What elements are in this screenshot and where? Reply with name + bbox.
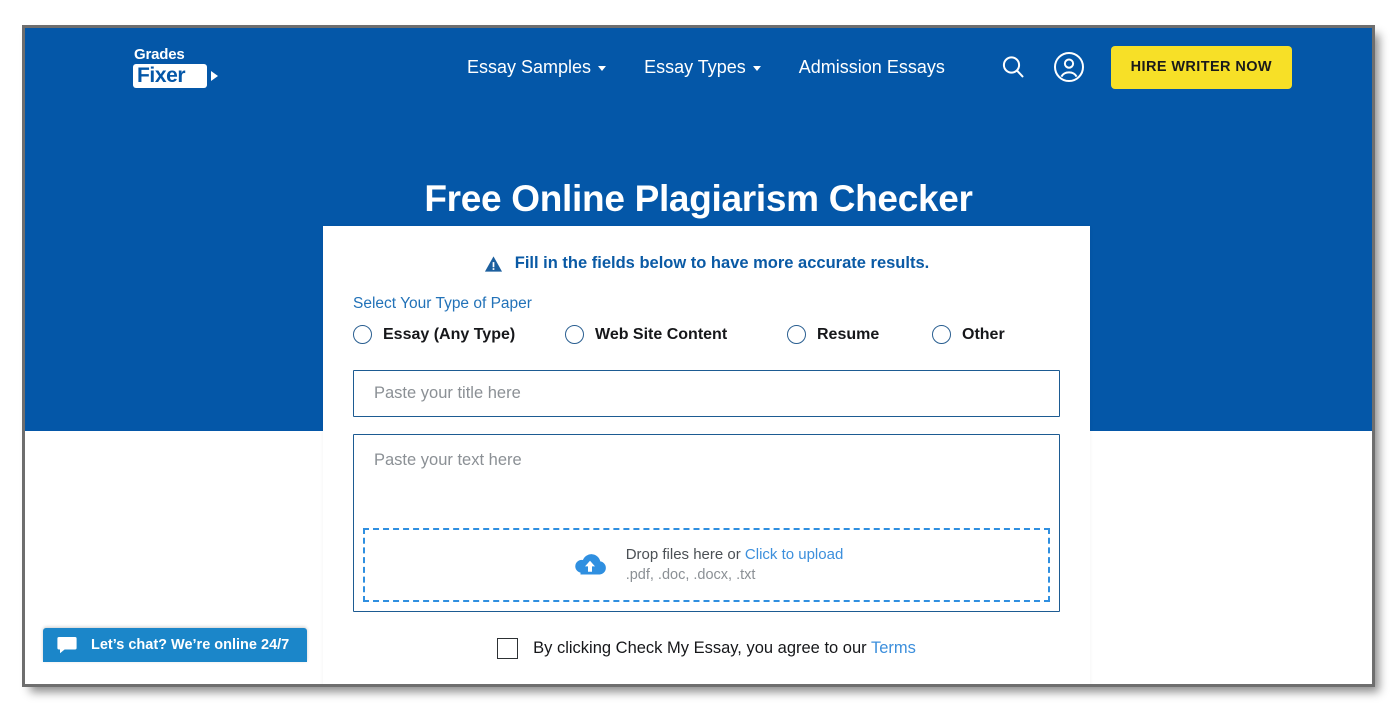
form-notice-text: Fill in the fields below to have more ac… <box>514 254 930 272</box>
nav-label-essay-types: Essay Types <box>644 56 746 77</box>
radio-option-essay-any-type[interactable]: Essay (Any Type) <box>353 325 565 344</box>
search-icon <box>1002 56 1024 78</box>
radio-circle-icon[interactable] <box>787 325 806 344</box>
browser-viewport-frame: Grades Fixer Essay Samples Essay Types A… <box>22 25 1375 687</box>
dropzone-line1: Drop files here or Click to upload <box>626 544 844 566</box>
radio-circle-icon[interactable] <box>565 325 584 344</box>
file-dropzone[interactable]: Drop files here or Click to upload .pdf,… <box>363 528 1050 602</box>
site-header: Grades Fixer Essay Samples Essay Types A… <box>25 28 1372 106</box>
dropzone-prefix: Drop files here or <box>625 545 745 563</box>
screenshot-canvas: Grades Fixer Essay Samples Essay Types A… <box>0 0 1399 712</box>
click-to-upload-link[interactable]: Click to upload <box>745 546 843 563</box>
chat-bubble-icon <box>57 637 77 654</box>
terms-agreement-row: By clicking Check My Essay, you agree to… <box>353 638 1060 659</box>
live-chat-label: Let’s chat? We’re online 24/7 <box>91 637 290 653</box>
user-account-icon <box>1053 52 1084 82</box>
essay-text-placeholder: Paste your text here <box>374 451 522 469</box>
radio-option-web-site-content[interactable]: Web Site Content <box>565 325 787 344</box>
radio-label-web-site-content: Web Site Content <box>595 325 728 343</box>
nav-item-admission-essays[interactable]: Admission Essays <box>799 57 945 78</box>
radio-option-resume[interactable]: Resume <box>787 325 932 344</box>
chevron-down-icon <box>752 66 761 71</box>
plagiarism-checker-card: Fill in the fields below to have more ac… <box>323 226 1090 684</box>
header-actions: HIRE WRITER NOW <box>996 45 1292 89</box>
radio-circle-icon[interactable] <box>353 325 372 344</box>
page-title: Free Online Plagiarism Checker <box>424 177 973 219</box>
logo-text-fixer: Fixer <box>133 63 208 88</box>
paper-type-radio-group: Essay (Any Type) Web Site Content Resume… <box>353 325 1060 344</box>
webpage: Grades Fixer Essay Samples Essay Types A… <box>25 28 1372 684</box>
site-logo[interactable]: Grades Fixer <box>133 47 229 88</box>
form-notice: Fill in the fields below to have more ac… <box>353 254 1060 273</box>
cloud-upload-icon <box>574 554 606 575</box>
radio-label-essay-any-type: Essay (Any Type) <box>383 325 516 343</box>
terms-checkbox[interactable] <box>497 638 519 659</box>
chevron-down-icon <box>598 66 607 71</box>
live-chat-widget[interactable]: Let’s chat? We’re online 24/7 <box>43 628 308 662</box>
radio-option-other[interactable]: Other <box>932 325 1005 344</box>
terms-text-prefix: By clicking Check My Essay, you agree to… <box>533 639 871 657</box>
nav-item-essay-samples[interactable]: Essay Samples <box>467 56 607 78</box>
title-input[interactable] <box>353 370 1060 417</box>
terms-link[interactable]: Terms <box>871 639 916 657</box>
terms-agreement-text: By clicking Check My Essay, you agree to… <box>533 639 916 658</box>
account-button[interactable] <box>1052 50 1086 84</box>
logo-arrow-icon <box>211 70 219 81</box>
nav-label-admission-essays: Admission Essays <box>798 56 945 77</box>
radio-label-resume: Resume <box>817 325 880 343</box>
radio-circle-icon[interactable] <box>932 325 951 344</box>
logo-text-grades: Grades <box>134 45 185 63</box>
dropzone-formats: .pdf, .doc, .docx, .txt <box>625 567 756 584</box>
nav-item-essay-types[interactable]: Essay Types <box>644 57 761 78</box>
paper-type-label: Select Your Type of Paper <box>353 295 532 312</box>
search-button[interactable] <box>996 50 1030 84</box>
essay-text-area[interactable]: Paste your text here Drop files here or … <box>353 434 1060 612</box>
hire-writer-now-button[interactable]: HIRE WRITER NOW <box>1110 45 1292 89</box>
radio-label-other: Other <box>962 325 1005 343</box>
warning-triangle-icon <box>484 255 502 272</box>
logo-pill-wrap: Fixer <box>133 63 229 88</box>
dropzone-text: Drop files here or Click to upload .pdf,… <box>626 544 844 587</box>
main-navigation: Essay Samples Essay Types Admission Essa… <box>467 57 945 78</box>
nav-label-essay-samples: Essay Samples <box>467 56 592 77</box>
